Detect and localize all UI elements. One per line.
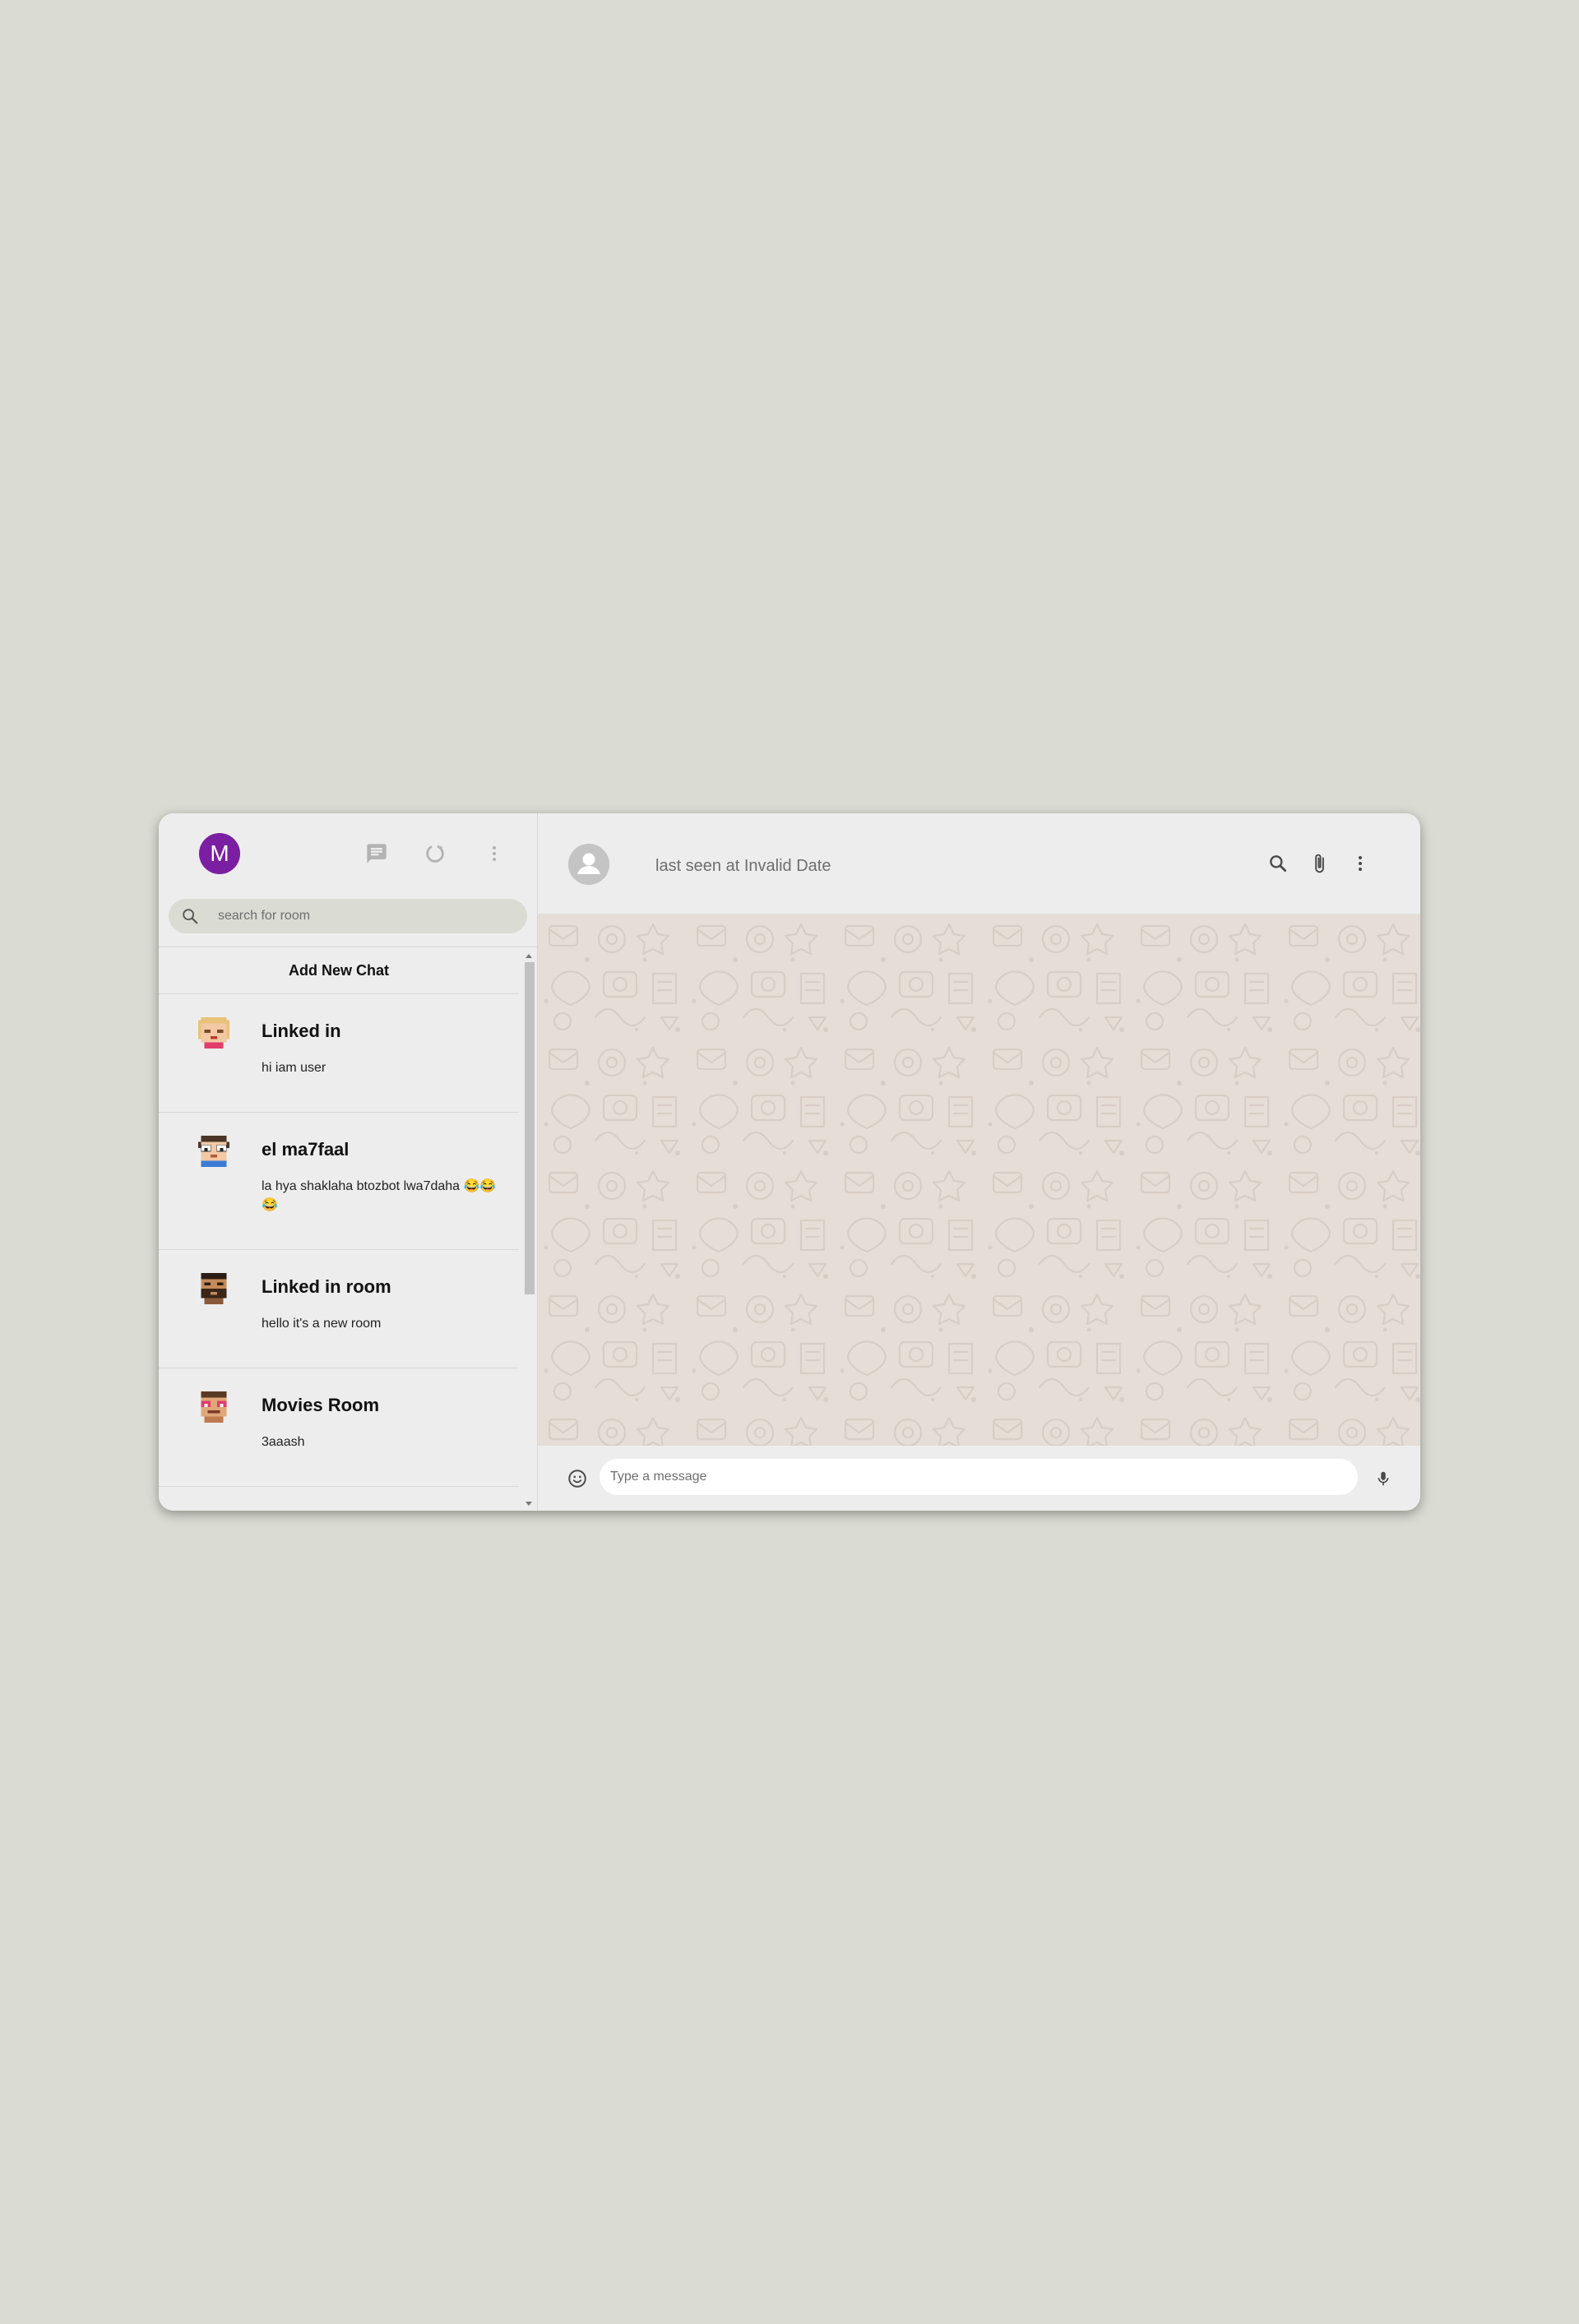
sidebar-header: M [159,813,537,899]
add-new-chat-button[interactable]: Add New Chat [159,947,519,994]
chat-header: last seen at Invalid Date [538,813,1420,914]
room-list[interactable]: Add New Chat Linked in hi iam user el ma… [159,947,537,1511]
room-name: el ma7faal [262,1139,350,1160]
user-avatar-letter: M [210,840,229,866]
chat-pane: last seen at Invalid Date [538,813,1420,1511]
sidebar: M Add New Chat [159,813,538,1511]
room-name: Linked in [262,1021,341,1041]
scroll-thumb[interactable] [525,962,535,1294]
doodle-background-pattern [538,914,1420,1446]
chat-icon[interactable] [362,839,391,868]
last-seen-status: last seen at Invalid Date [655,857,831,875]
search-icon[interactable] [1263,849,1293,878]
mic-icon[interactable] [1371,1465,1396,1492]
room-avatar [195,1270,233,1308]
room-last-message: la hya shaklaha btozbot lwa7daha 😂😂😂 [262,1179,497,1212]
status-icon[interactable] [420,839,450,868]
room-name: Linked in room [262,1276,391,1297]
search-icon [180,906,200,926]
room-avatar [195,1132,233,1170]
more-vert-icon[interactable] [479,839,509,868]
search-container [159,899,537,947]
emoji-icon[interactable] [565,1466,590,1491]
room-last-message: hello it's a new room [262,1317,382,1331]
room-last-message: hi iam user [262,1061,326,1075]
default-user-icon[interactable] [568,844,609,885]
search-bar [169,899,527,933]
room-list-item[interactable]: el ma7faal la hya shaklaha btozbot lwa7d… [159,1113,519,1250]
scroll-up-arrow[interactable] [526,954,532,958]
room-avatar [195,1388,233,1426]
app-window: M Add New Chat [159,813,1420,1511]
room-list-item[interactable]: Linked in room hello it's a new room [159,1250,519,1368]
more-vert-icon[interactable] [1345,849,1375,878]
room-name: Movies Room [262,1395,380,1415]
user-avatar[interactable]: M [199,833,240,874]
attach-icon[interactable] [1304,849,1334,878]
search-input[interactable] [216,908,499,924]
chat-messages-area [538,914,1420,1446]
message-input[interactable] [600,1459,1358,1495]
room-list-item[interactable]: Movies Room 3aaash [159,1368,519,1487]
scroll-down-arrow[interactable] [526,1502,532,1506]
room-last-message: 3aaash [262,1435,305,1449]
room-list-item[interactable]: Linked in hi iam user [159,994,519,1113]
room-list-scrollbar[interactable] [522,947,535,1511]
room-avatar [195,1014,233,1052]
chat-footer [538,1446,1420,1511]
